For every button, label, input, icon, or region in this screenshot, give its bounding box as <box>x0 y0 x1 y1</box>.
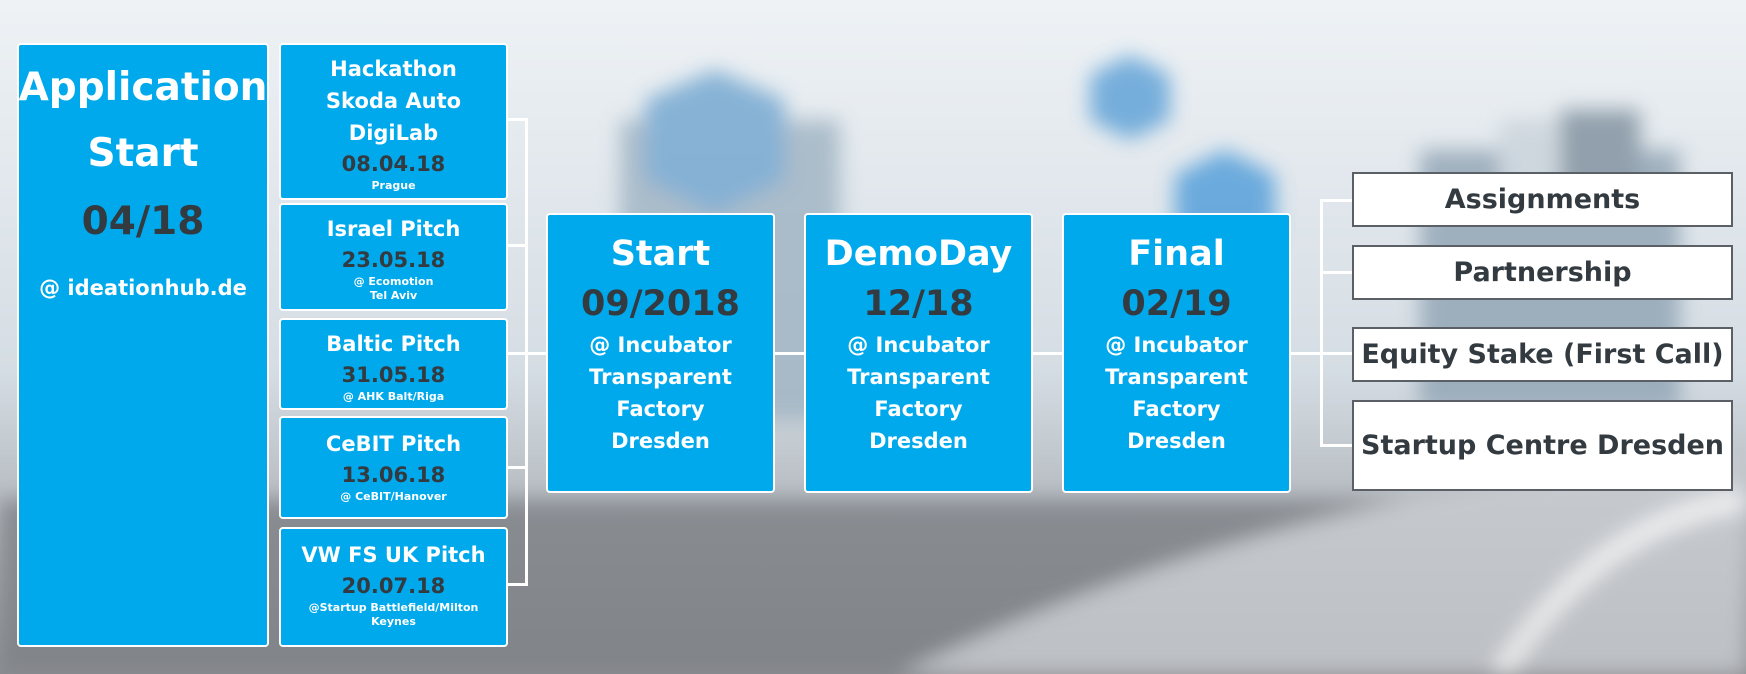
pitch-place: Keynes <box>371 615 416 628</box>
pitch-place: Tel Aviv <box>369 289 418 302</box>
pitch-box-hackathon: Hackathon Skoda Auto DigiLab 08.04.18 Pr… <box>279 43 508 200</box>
pitch-place: @ AHK Balt/Riga <box>342 390 445 403</box>
stage-place: Transparent <box>1105 365 1248 389</box>
outcome-assignments: Assignments <box>1352 172 1733 227</box>
pitch-date: 23.05.18 <box>341 248 446 272</box>
stage-date: 12/18 <box>863 284 974 324</box>
stage-place: @ Incubator <box>1105 333 1248 357</box>
connector <box>1320 271 1354 274</box>
stage-place: Dresden <box>1127 429 1226 453</box>
connector <box>507 352 527 355</box>
connector <box>1320 199 1354 202</box>
pitch-date: 08.04.18 <box>341 152 446 176</box>
pitch-title: VW FS UK Pitch <box>301 543 486 567</box>
application-line2: Start <box>87 131 199 176</box>
pitch-place: @ CeBIT/Hanover <box>340 490 447 503</box>
stage-place: @ Incubator <box>847 333 990 357</box>
pitch-title: Hackathon <box>330 57 457 81</box>
stage-place: Transparent <box>589 365 732 389</box>
connector <box>773 352 805 355</box>
connector <box>1320 444 1354 447</box>
stage-date: 09/2018 <box>581 284 740 324</box>
application-line1: Application <box>18 65 268 110</box>
application-start-box: Application Start 04/18 @ ideationhub.de <box>17 43 269 647</box>
pitch-box-israel: Israel Pitch 23.05.18 @ Ecomotion Tel Av… <box>279 203 508 311</box>
connector <box>1320 352 1354 355</box>
stage-box-final: Final 02/19 @ Incubator Transparent Fact… <box>1062 213 1291 493</box>
connector <box>1031 352 1063 355</box>
stage-box-demoday: DemoDay 12/18 @ Incubator Transparent Fa… <box>804 213 1033 493</box>
pitch-title: Baltic Pitch <box>326 332 461 356</box>
pitch-box-vwfs: VW FS UK Pitch 20.07.18 @Startup Battlef… <box>279 527 508 647</box>
pitch-title: DigiLab <box>348 121 439 145</box>
stage-title: DemoDay <box>824 234 1013 274</box>
stage-box-start: Start 09/2018 @ Incubator Transparent Fa… <box>546 213 775 493</box>
pitch-place: @ Ecomotion <box>353 275 434 288</box>
stage-place: Factory <box>1132 397 1221 421</box>
stage-place: Factory <box>616 397 705 421</box>
application-location: @ ideationhub.de <box>39 276 247 300</box>
pitch-place: @Startup Battlefield/Milton <box>308 601 479 614</box>
connector <box>525 352 547 355</box>
connector <box>507 118 527 121</box>
connector <box>1289 352 1321 355</box>
outcome-startup-centre: Startup Centre Dresden <box>1352 400 1733 491</box>
pitch-box-baltic: Baltic Pitch 31.05.18 @ AHK Balt/Riga <box>279 318 508 410</box>
application-date: 04/18 <box>81 199 205 244</box>
stage-place: @ Incubator <box>589 333 732 357</box>
connector <box>507 466 527 469</box>
stage-place: Factory <box>874 397 963 421</box>
pitch-box-cebit: CeBIT Pitch 13.06.18 @ CeBIT/Hanover <box>279 416 508 519</box>
connector <box>507 583 527 586</box>
connector <box>507 244 527 247</box>
stage-date: 02/19 <box>1121 284 1232 324</box>
pitch-title: CeBIT Pitch <box>325 432 462 456</box>
stage-place: Dresden <box>869 429 968 453</box>
outcome-equity-stake: Equity Stake (First Call) <box>1352 327 1733 382</box>
pitch-date: 31.05.18 <box>341 363 446 387</box>
pitch-date: 13.06.18 <box>341 463 446 487</box>
stage-place: Dresden <box>611 429 710 453</box>
outcome-partnership: Partnership <box>1352 245 1733 300</box>
connector <box>1320 199 1323 446</box>
stage-title: Final <box>1128 234 1225 274</box>
pitch-title: Skoda Auto <box>325 89 462 113</box>
pitch-title: Israel Pitch <box>326 217 461 241</box>
stage-title: Start <box>610 234 711 274</box>
pitch-date: 20.07.18 <box>341 574 446 598</box>
stage-place: Transparent <box>847 365 990 389</box>
pitch-place: Prague <box>371 179 416 192</box>
